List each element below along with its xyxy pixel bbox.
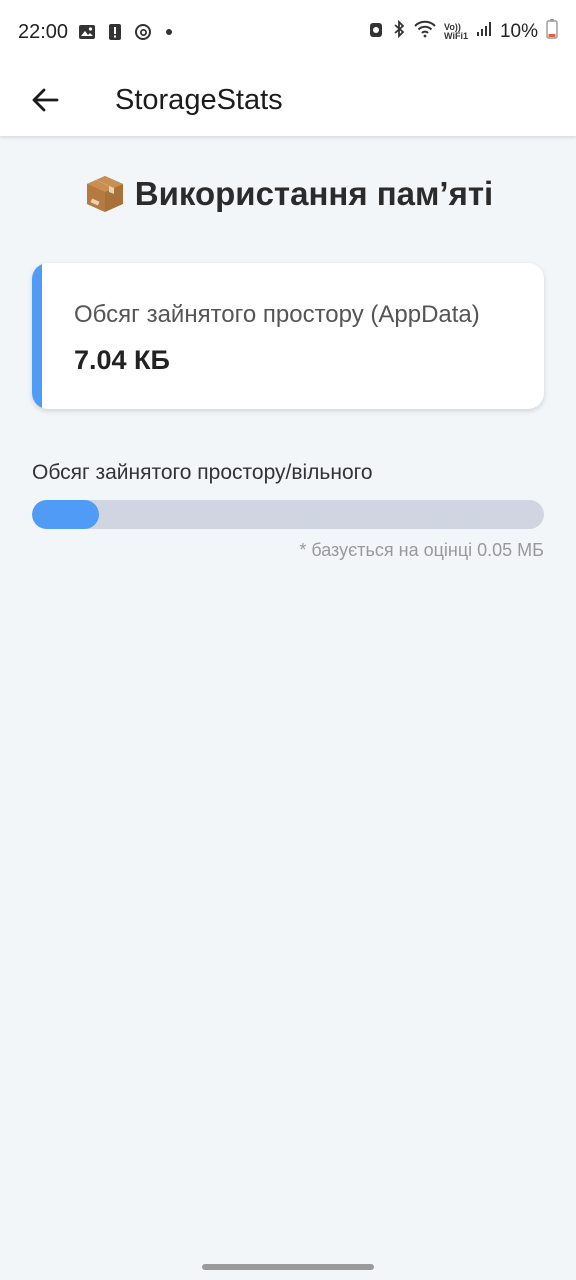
status-right: Vo)) WiFi1 10%: [368, 19, 558, 45]
storage-card: Обсяг зайнятого простору (AppData) 7.04 …: [32, 263, 544, 409]
wifi-icon: [414, 20, 436, 44]
notification-dot: [166, 29, 173, 35]
page-title-text: Використання пам’яті: [134, 175, 494, 212]
app-bar: StorageStats: [0, 64, 576, 136]
card-accent: [32, 263, 42, 409]
gesture-nav-handle[interactable]: [202, 1264, 374, 1270]
status-time: 22:00: [18, 20, 69, 43]
usage-progress-bar: [32, 500, 544, 529]
back-button[interactable]: [17, 72, 73, 128]
vowifi-icon: Vo)) WiFi1: [444, 22, 468, 41]
usage-footnote: * базується на оцінці 0.05 МБ: [299, 540, 544, 560]
bluetooth-icon: [392, 19, 406, 44]
card-value: 7.04 КБ: [74, 345, 170, 375]
usage-label: Обсяг зайнятого простору/вільного: [32, 461, 373, 484]
threads-icon: [134, 23, 152, 41]
app-title: StorageStats: [115, 83, 283, 116]
package-icon: [83, 172, 127, 216]
main-content: Використання пам’яті Обсяг зайнятого про…: [0, 136, 576, 560]
alarm-icon: [368, 20, 384, 44]
gallery-icon: [78, 23, 96, 41]
arrow-left-icon: [30, 85, 60, 115]
status-left: 22:00: [18, 20, 173, 44]
battery-percent: 10%: [499, 21, 538, 42]
status-bar: 22:00 Vo)) WiFi1 10%: [0, 0, 576, 64]
alert-icon: [106, 23, 124, 41]
usage-progress-fill: [32, 500, 99, 529]
signal-icon: [476, 20, 492, 44]
battery-icon: [546, 19, 558, 45]
card-label: Обсяг зайнятого простору (AppData): [74, 301, 480, 328]
page-title: Використання пам’яті: [0, 172, 576, 216]
